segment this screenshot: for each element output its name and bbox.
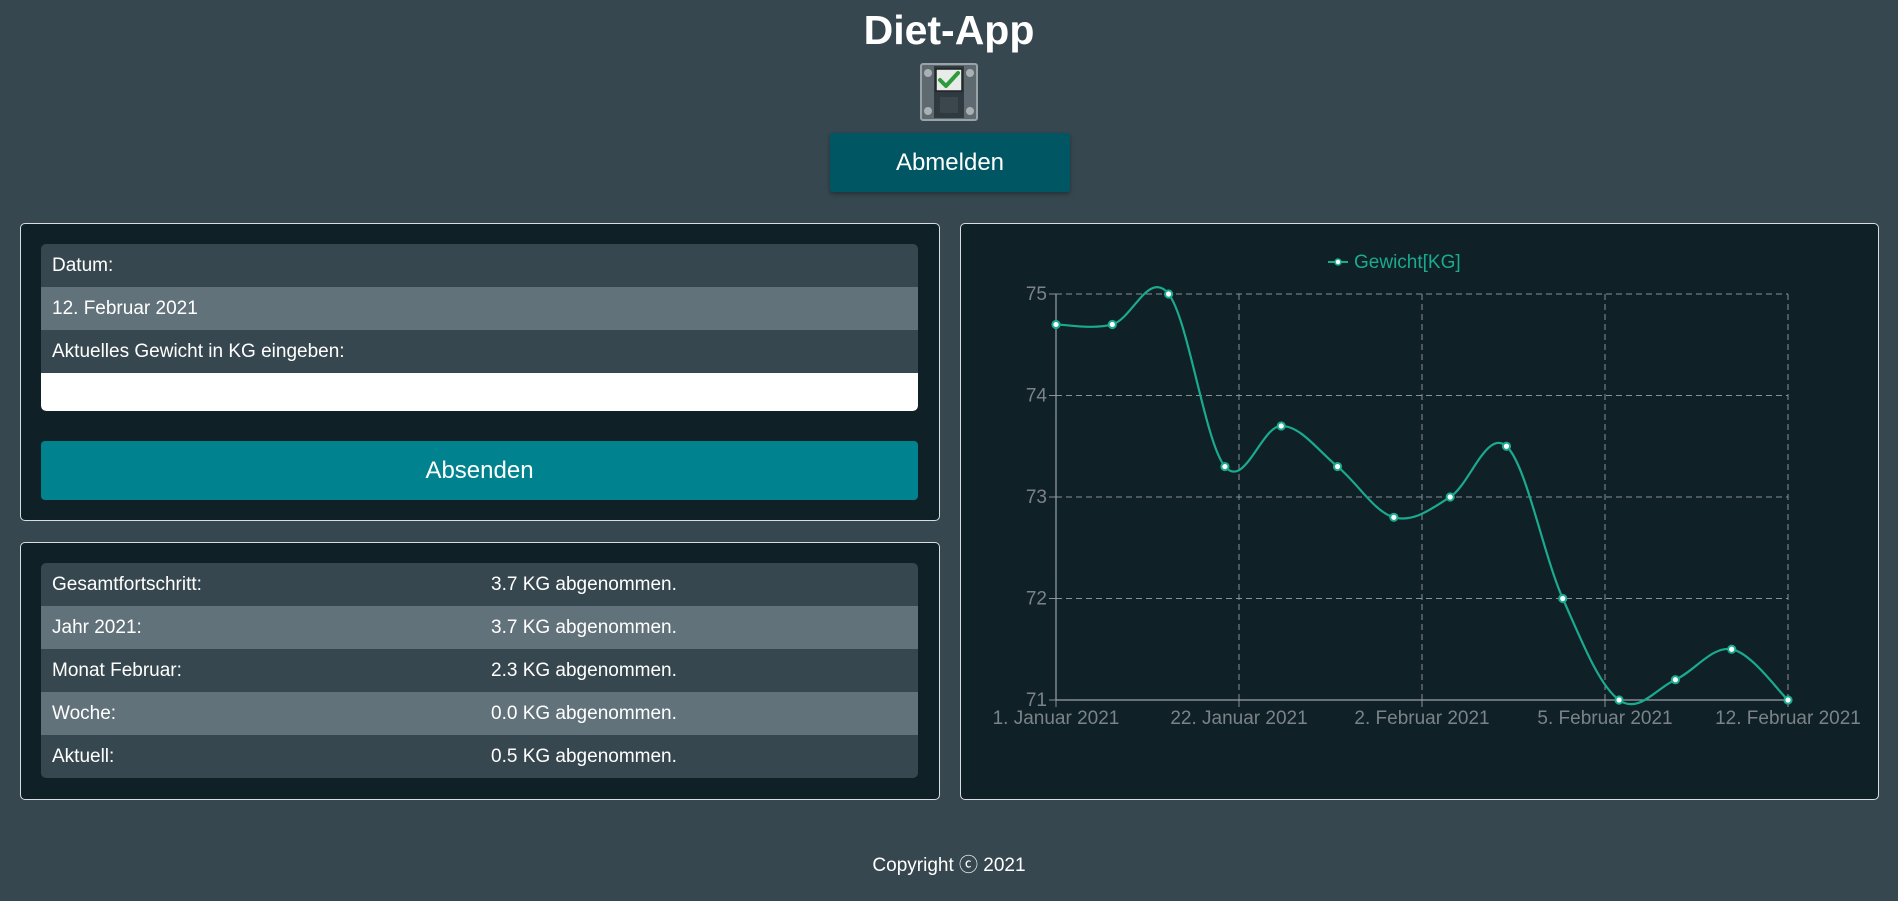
data-point [1670,675,1680,685]
submit-button[interactable]: Absenden [41,441,918,500]
weight-chart-panel: 71 72 73 74 75 1. Januar 2021 22. Januar 2021 2… [960,223,1879,800]
data-point [1445,492,1455,502]
data-point [1614,695,1624,705]
y-tick-label: 75 [1026,284,1047,305]
app-title: Diet-App [863,7,1035,53]
stat-row-week: Woche: 0.0 KG abgenommen. [41,692,918,735]
x-tick-label: 12. Februar 2021 [1715,708,1861,729]
x-tick-label: 22. Januar 2021 [1170,708,1307,729]
stat-value: 0.0 KG abgenommen. [491,703,677,724]
data-point [1501,441,1512,451]
copyright-text: Copyright ⓒ 2021 [872,855,1026,876]
data-point [1783,695,1793,705]
stat-label: Aktuell: [52,746,115,767]
date-value: 12. Februar 2021 [41,287,918,330]
weight-line-chart: 71727374751. Januar 2021 22. Januar 2021 2… [993,252,1861,729]
data-point [1051,319,1061,330]
x-tick-label: 5. Februar 2021 [1537,708,1672,729]
stat-row-month: Monat Februar: 2.3 KG abgenommen. [41,649,918,692]
stat-label: Gesamtfortschritt: [52,574,202,595]
stat-row-current: Aktuell: 0.5 KG abgenommen. [41,735,918,778]
stat-row-year: Jahr 2021: 3.7 KG abgenommen. [41,606,918,649]
scale-check-icon [920,63,978,121]
data-point [1558,593,1568,604]
legend-label: Gewicht[KG] [1354,252,1461,273]
y-tick-label: 72 [1026,589,1047,610]
stat-value: 3.7 KG abgenommen. [491,617,677,638]
stat-label: Jahr 2021: [52,617,142,638]
stat-row-total: Gesamtfortschritt: 3.7 KG abgenommen. [41,563,918,606]
progress-stats-table: Gesamtfortschritt: 3.7 KG abgenommen. Ja… [41,563,918,778]
data-point [1164,289,1174,299]
progress-stats-panel: Gesamtfortschritt: 3.7 KG abgenommen. Ja… [20,542,940,800]
stat-label: Woche: [52,703,117,724]
data-point [1220,461,1230,472]
stat-label: Monat Februar: [52,660,182,681]
legend-marker-icon [1334,258,1342,266]
data-point [1727,644,1737,654]
stat-value: 0.5 KG abgenommen. [491,746,677,767]
data-point [1276,421,1286,431]
y-tick-label: 73 [1026,487,1047,508]
weight-label: Aktuelles Gewicht in KG eingeben: [41,330,918,373]
data-point [1107,319,1117,330]
date-label: Datum: [41,244,918,287]
stat-value: 2.3 KG abgenommen. [491,660,677,681]
y-tick-label: 74 [1026,386,1048,407]
x-tick-label: 2. Februar 2021 [1354,708,1489,729]
data-point [1332,461,1343,472]
entry-form: Datum: 12. Februar 2021 Aktuelles Gewich… [41,244,918,411]
weight-input[interactable] [41,373,918,411]
data-point [1389,512,1399,522]
logout-button[interactable]: Abmelden [830,133,1070,192]
entry-form-panel: Datum: 12. Februar 2021 Aktuelles Gewich… [20,223,940,521]
x-tick-label: 1. Januar 2021 [993,708,1120,729]
stat-value: 3.7 KG abgenommen. [491,574,677,595]
